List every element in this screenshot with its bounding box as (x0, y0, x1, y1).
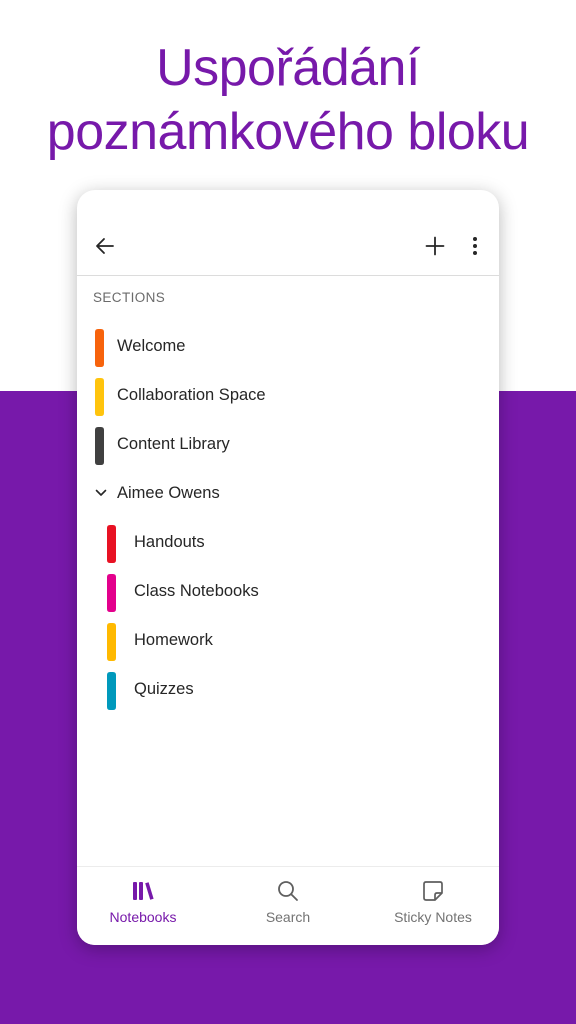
section-label: Content Library (117, 435, 230, 453)
nav-item-search[interactable]: Search (218, 867, 358, 945)
phone-screen: SECTIONS Welcome Collaboration Space Con… (77, 190, 499, 945)
section-tab-icon (106, 574, 117, 612)
section-tab-icon (94, 427, 105, 465)
nav-item-notebooks[interactable]: Notebooks (77, 867, 213, 945)
nav-label: Sticky Notes (394, 909, 472, 925)
section-label: Homework (134, 631, 213, 649)
promo-headline: Uspořádání poznámkového bloku (0, 36, 576, 164)
plus-icon (425, 236, 445, 256)
sections-header: SECTIONS (93, 290, 166, 305)
section-item-quizzes[interactable]: Quizzes (77, 666, 499, 715)
section-color-tab (95, 329, 104, 367)
section-item-welcome[interactable]: Welcome (77, 323, 499, 372)
headline-line-2: poznámkového bloku (46, 103, 530, 161)
add-section-button[interactable] (423, 234, 447, 258)
section-label: Quizzes (134, 680, 194, 698)
top-app-bar (77, 190, 499, 276)
section-tab-icon (94, 329, 105, 367)
section-group-label: Aimee Owens (117, 484, 220, 502)
section-label: Collaboration Space (117, 386, 266, 404)
bottom-navigation: Notebooks Search Sticky Notes (77, 866, 499, 945)
more-vertical-icon (473, 237, 477, 255)
section-tab-icon (106, 623, 117, 661)
section-item-class-notebooks[interactable]: Class Notebooks (77, 568, 499, 617)
headline-line-1: Uspořádání (156, 39, 420, 97)
section-item-content-library[interactable]: Content Library (77, 421, 499, 470)
nav-item-sticky-notes[interactable]: Sticky Notes (363, 867, 499, 945)
section-item-handouts[interactable]: Handouts (77, 519, 499, 568)
chevron-down-icon[interactable] (94, 486, 108, 500)
section-item-collaboration-space[interactable]: Collaboration Space (77, 372, 499, 421)
more-options-button[interactable] (463, 234, 487, 258)
section-tab-icon (94, 378, 105, 416)
section-item-homework[interactable]: Homework (77, 617, 499, 666)
section-label: Handouts (134, 533, 205, 551)
back-button[interactable] (93, 234, 117, 258)
search-icon (276, 879, 300, 903)
arrow-left-icon (96, 238, 114, 254)
section-label: Welcome (117, 337, 186, 355)
nav-label: Notebooks (109, 909, 177, 925)
notebooks-icon (131, 879, 155, 903)
section-tab-icon (106, 525, 117, 563)
nav-label: Search (265, 909, 311, 925)
sticky-note-icon (421, 879, 445, 903)
section-group-aimee-owens[interactable]: Aimee Owens (77, 470, 499, 519)
section-label: Class Notebooks (134, 582, 259, 600)
section-tab-icon (106, 672, 117, 710)
